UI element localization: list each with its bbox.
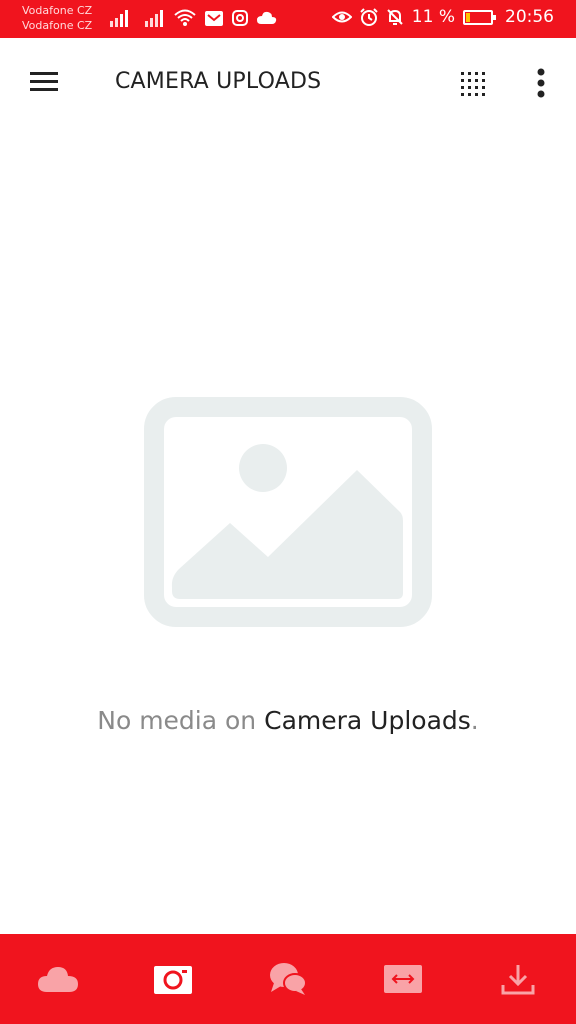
nav-cloud-drive[interactable] [28, 949, 88, 1009]
app-bar: CAMERA UPLOADS [0, 38, 576, 130]
clock: 20:56 [505, 7, 554, 27]
offline-download-icon [501, 965, 535, 995]
signal-icon-2 [145, 10, 163, 27]
carrier-2: Vodafone CZ [22, 19, 93, 32]
hamburger-icon [30, 72, 58, 75]
empty-message-suffix: . [470, 706, 479, 735]
battery-icon [463, 9, 496, 25]
empty-message-folder: Camera Uploads [264, 706, 471, 735]
image-placeholder-icon [144, 397, 432, 627]
eye-comfort-icon [331, 11, 352, 23]
carrier-names: Vodafone CZ Vodafone CZ [22, 3, 92, 33]
hamburger-icon-line-3 [30, 88, 58, 91]
grid-view-button[interactable] [460, 71, 486, 97]
instagram-icon [232, 10, 248, 26]
menu-button[interactable] [28, 68, 60, 94]
nav-chat[interactable] [258, 949, 318, 1009]
gmail-icon [205, 10, 223, 26]
more-vertical-icon [537, 68, 545, 98]
silent-mode-icon [387, 9, 403, 25]
status-bar: Vodafone CZ Vodafone CZ 11 % 20:56 [0, 0, 576, 38]
hamburger-icon-line-2 [30, 80, 58, 83]
empty-message-prefix: No media on [97, 706, 265, 735]
carrier-1: Vodafone CZ [22, 4, 93, 17]
chat-icon [269, 963, 307, 995]
more-options-button[interactable] [530, 66, 552, 100]
alarm-icon [360, 8, 378, 26]
empty-state-message: No media on Camera Uploads. [0, 706, 576, 735]
status-system-icons: 11 % 20:56 [331, 7, 554, 27]
battery-level-fill [466, 12, 470, 22]
battery-percent: 11 % [411, 7, 455, 27]
nav-offline[interactable] [488, 949, 548, 1009]
status-notification-icons [110, 9, 277, 27]
grid-icon [461, 72, 485, 96]
nav-camera-uploads[interactable] [143, 949, 203, 1009]
page-title: CAMERA UPLOADS [115, 69, 322, 94]
cloud-notification-icon [257, 11, 277, 24]
bottom-navigation [0, 934, 576, 1024]
cloud-drive-icon [37, 967, 78, 992]
camera-uploads-icon [153, 966, 192, 994]
signal-icon [110, 10, 128, 27]
wifi-icon [174, 9, 196, 26]
nav-transfers[interactable] [373, 949, 433, 1009]
transfers-icon [384, 965, 423, 993]
